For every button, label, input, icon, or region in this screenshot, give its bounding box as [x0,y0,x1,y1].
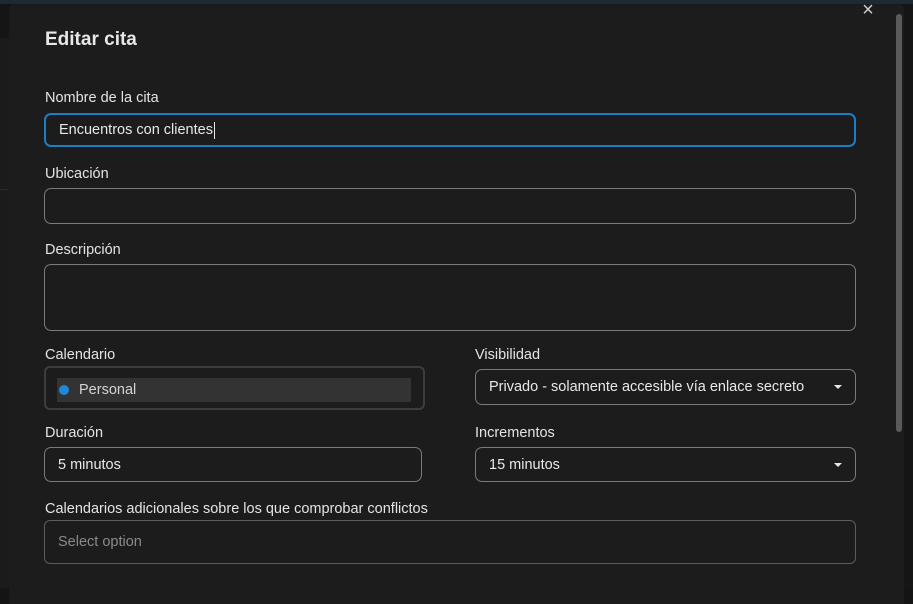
edit-appointment-dialog: Editar cita × Nombre de la cita Encuentr… [9,0,904,604]
close-icon[interactable]: × [859,0,877,20]
conflicts-multiselect[interactable]: Select option [44,520,856,564]
increments-select-value: 15 minutos [489,456,560,473]
increments-label: Incrementos [475,425,555,441]
description-textarea[interactable] [44,264,856,331]
backdrop-left-panel [0,38,9,588]
calendar-chip-label: Personal [79,382,137,398]
calendar-select[interactable]: Personal [44,366,425,410]
name-label: Nombre de la cita [45,90,159,106]
text-caret [213,121,215,139]
chevron-down-icon [834,385,842,389]
duration-input-value: 5 minutos [58,456,121,473]
increments-select[interactable]: 15 minutos [475,447,856,482]
visibility-label: Visibilidad [475,347,541,363]
duration-input[interactable]: 5 minutos [44,447,422,482]
duration-label: Duración [45,425,104,441]
calendar-chip-personal[interactable]: Personal [57,378,411,402]
visibility-select[interactable]: Privado - solamente accesible vía enlace… [475,369,856,405]
location-input[interactable] [44,188,856,224]
name-input-value: Encuentros con clientes [59,122,213,138]
scrollbar-thumb[interactable] [896,14,902,432]
conflicts-label: Calendarios adicionales sobre los que co… [45,501,428,517]
name-input[interactable]: Encuentros con clientes [44,113,856,147]
location-label: Ubicación [45,166,109,182]
dialog-title: Editar cita [45,29,137,50]
chevron-down-icon [834,462,842,467]
calendar-color-dot [59,385,69,395]
conflicts-placeholder: Select option [58,534,142,550]
backdrop-divider [0,189,9,190]
description-label: Descripción [45,242,121,258]
visibility-select-value: Privado - solamente accesible vía enlace… [489,379,805,395]
calendar-label: Calendario [45,347,116,363]
